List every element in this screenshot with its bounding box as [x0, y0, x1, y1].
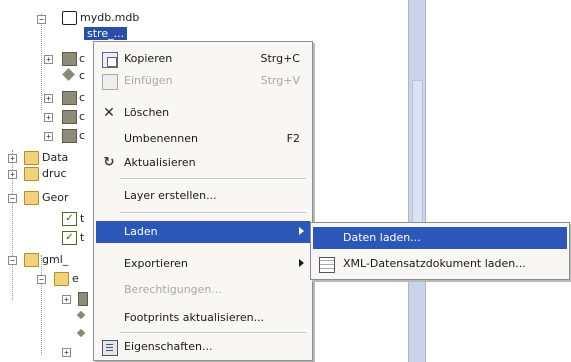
- tree-line: [41, 14, 43, 110]
- vertical-scrollbar[interactable]: [408, 0, 426, 362]
- load-submenu: Daten laden... XML-Datensatzdokument lad…: [310, 222, 570, 280]
- menu-item-label: Aktualisieren: [124, 156, 196, 169]
- relationship-icon: [76, 310, 86, 320]
- menu-item-label: Löschen: [124, 106, 170, 119]
- checkbox-checked-icon[interactable]: ✓: [62, 231, 77, 245]
- context-menu: Kopieren Strg+C Einfügen Strg+V ✕ Lösche…: [93, 41, 313, 361]
- menu-item-label: Berechtigungen...: [124, 283, 222, 296]
- expand-toggle[interactable]: +: [44, 113, 53, 122]
- collapse-toggle[interactable]: −: [37, 275, 46, 284]
- menu-item-update-footprints[interactable]: Footprints aktualisieren...: [96, 307, 310, 329]
- database-icon: [62, 11, 77, 25]
- tree-line: [41, 255, 43, 355]
- menu-item-create-layer[interactable]: Layer erstellen...: [96, 185, 310, 207]
- menu-item-copy[interactable]: Kopieren Strg+C: [96, 48, 310, 70]
- tree-item[interactable]: c: [79, 129, 85, 142]
- menu-item-properties[interactable]: Eigenschaften...: [96, 336, 310, 358]
- folder-icon: [24, 253, 39, 267]
- expand-toggle[interactable]: +: [44, 132, 53, 141]
- submenu-item-load-xml[interactable]: XML-Datensatzdokument laden...: [313, 253, 567, 275]
- feature-class-icon: [62, 52, 77, 66]
- collapse-toggle[interactable]: −: [37, 15, 46, 24]
- feature-class-icon: [62, 91, 77, 105]
- submenu-arrow-icon: [299, 259, 304, 267]
- menu-item-refresh[interactable]: ↻ Aktualisieren: [96, 152, 310, 174]
- menu-item-label: Exportieren: [124, 257, 188, 270]
- tree-root-label[interactable]: mydb.mdb: [80, 11, 139, 24]
- folder-icon: [24, 191, 39, 205]
- menu-item-label: Laden: [124, 225, 158, 238]
- menu-item-label: Kopieren: [124, 52, 173, 65]
- expand-toggle[interactable]: +: [62, 348, 71, 357]
- tree-item[interactable]: gml_: [42, 253, 68, 266]
- expand-toggle[interactable]: +: [8, 154, 17, 163]
- checkbox-checked-icon[interactable]: ✓: [62, 212, 77, 226]
- menu-item-label: Einfügen: [124, 74, 173, 87]
- relationship-icon: [76, 328, 86, 338]
- copy-icon: [102, 52, 118, 68]
- menu-item-label: Eigenschaften...: [124, 340, 213, 353]
- submenu-item-load-data[interactable]: Daten laden...: [313, 227, 567, 249]
- tree-item[interactable]: c: [79, 91, 85, 104]
- tree-item[interactable]: Geor: [42, 191, 69, 204]
- folder-icon: [24, 151, 39, 165]
- folder-icon: [24, 167, 39, 181]
- tree-selected-item[interactable]: stre_...: [84, 27, 128, 40]
- menu-separator: [120, 332, 306, 334]
- collapse-toggle[interactable]: −: [8, 194, 17, 203]
- properties-icon: [102, 340, 118, 356]
- feature-class-icon: [78, 292, 88, 306]
- feature-class-icon: [62, 129, 77, 143]
- submenu-item-label: Daten laden...: [343, 231, 421, 244]
- expand-toggle[interactable]: +: [44, 55, 53, 64]
- expand-toggle[interactable]: +: [44, 94, 53, 103]
- menu-item-shortcut: Strg+V: [260, 74, 300, 87]
- menu-item-shortcut: Strg+C: [260, 52, 300, 65]
- tree-item[interactable]: c: [79, 69, 85, 82]
- tree-item[interactable]: c: [79, 110, 85, 123]
- refresh-icon: ↻: [103, 155, 115, 170]
- menu-item-label: Layer erstellen...: [124, 189, 217, 202]
- collapse-toggle[interactable]: −: [8, 256, 17, 265]
- tree-item[interactable]: e: [72, 272, 79, 285]
- menu-item-rename[interactable]: Umbenennen F2: [96, 128, 310, 150]
- menu-item-permissions[interactable]: Berechtigungen...: [96, 279, 310, 301]
- xml-grid-icon: [319, 257, 335, 273]
- tree-item[interactable]: t: [80, 231, 84, 244]
- folder-icon: [54, 272, 69, 286]
- submenu-arrow-icon: [299, 227, 304, 235]
- menu-item-label: Footprints aktualisieren...: [124, 311, 265, 324]
- submenu-item-label: XML-Datensatzdokument laden...: [343, 257, 526, 270]
- menu-item-shortcut: F2: [286, 132, 300, 145]
- expand-toggle[interactable]: +: [8, 170, 17, 179]
- menu-item-delete[interactable]: ✕ Löschen: [96, 102, 310, 124]
- menu-item-export[interactable]: Exportieren: [96, 253, 310, 275]
- menu-item-load[interactable]: Laden: [96, 221, 310, 243]
- menu-separator: [120, 178, 306, 180]
- tree-item[interactable]: druc: [42, 167, 67, 180]
- feature-class-icon: [62, 110, 77, 124]
- paste-icon: [102, 74, 118, 90]
- relationship-icon: [62, 68, 75, 81]
- menu-item-label: Umbenennen: [124, 132, 198, 145]
- right-panel: [426, 0, 571, 362]
- tree-item[interactable]: Data: [42, 151, 68, 164]
- expand-toggle[interactable]: +: [62, 295, 71, 304]
- tree-item[interactable]: t: [80, 212, 84, 225]
- menu-item-paste[interactable]: Einfügen Strg+V: [96, 70, 310, 92]
- menu-separator: [120, 212, 306, 214]
- delete-icon: ✕: [103, 105, 115, 121]
- tree-item[interactable]: c: [79, 52, 85, 65]
